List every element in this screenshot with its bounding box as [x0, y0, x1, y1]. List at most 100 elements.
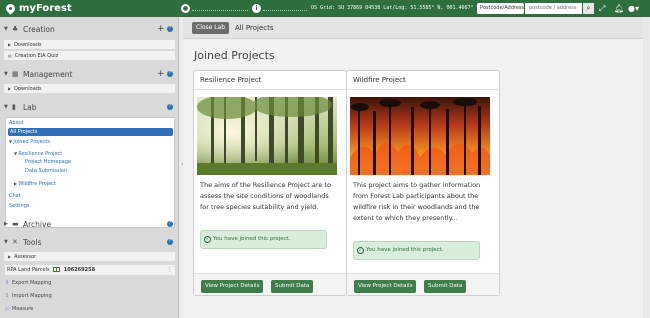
view-project-details-button[interactable]: View Project Details — [201, 280, 264, 293]
sidebar-item-downloads[interactable]: ▶ Downloads — [4, 84, 175, 93]
more-options-icon[interactable]: ⋮ — [167, 265, 172, 275]
lab-item-joined-projects[interactable]: ▼ Joined Projects — [9, 138, 50, 146]
sidebar: ▼ ♣ Creation + ? ▶ Downloads ▤ Creation EI… — [0, 17, 179, 318]
tool-import-mapping[interactable]: ⇩ Import Mapping — [5, 292, 52, 300]
item-label: Measure — [12, 306, 34, 312]
section-title: Tools — [23, 237, 42, 247]
add-icon[interactable]: + — [157, 23, 165, 35]
lab-item-settings[interactable]: Settings — [9, 202, 30, 210]
joined-notice: ✓ You have joined this project. — [353, 241, 480, 260]
rpa-land-parcels-row[interactable]: RPA Land Parcels 106269258 ⋮ — [5, 265, 175, 275]
ruler-icon: ▭ — [5, 306, 10, 312]
lab-item-chat[interactable]: Chat — [9, 192, 21, 200]
submit-data-button[interactable]: Submit Data — [424, 280, 467, 293]
lab-item-data-submission[interactable]: Data Submission — [25, 167, 67, 175]
main-panel: Close Lab All Projects Joined Projects R… — [183, 17, 650, 318]
sidebar-item-eia-quiz[interactable]: ▤ Creation EIA Quiz — [4, 51, 175, 60]
all-projects-link[interactable]: All Projects — [235, 22, 274, 34]
lab-item-resilience-project[interactable]: ▼ Resilience Project — [14, 150, 62, 158]
sidebar-item-downloads[interactable]: ▶ Downloads — [4, 40, 175, 49]
card-description: This project aims to gather information … — [353, 181, 481, 222]
wildfire-image — [350, 97, 490, 175]
project-card-wildfire: Wildfire Project This project aims to ga… — [346, 70, 500, 296]
help-icon[interactable]: ? — [167, 239, 173, 245]
item-label: Downloads — [14, 86, 42, 92]
section-tools[interactable]: ▼ ✕ Tools ? — [0, 236, 179, 248]
quiz-icon: ▤ — [8, 53, 12, 58]
postcode-type-select[interactable]: Postcode/Address — [477, 3, 524, 14]
joined-notice: ✓ You have joined this project. — [200, 230, 327, 249]
card-footer: View Project Details Submit Data — [194, 273, 346, 295]
export-icon: ⇪ — [5, 280, 10, 286]
caret-right-icon: ▶ — [8, 86, 12, 91]
info-icon[interactable]: i — [252, 4, 261, 13]
submit-data-button[interactable]: Submit Data — [271, 280, 314, 293]
card-divider — [347, 89, 499, 90]
lab-item-project-homepage[interactable]: Project Homepage — [25, 158, 71, 166]
sidebar-item-assessor[interactable]: ▶ Assessor — [4, 252, 175, 261]
item-label: Wildfire Project — [18, 181, 57, 187]
add-icon[interactable]: + — [157, 68, 165, 80]
top-bar: myForest ● i OS Grid: SU 37869 84538 Lat… — [0, 0, 650, 17]
app-name: myForest — [19, 3, 72, 14]
rpa-id: 106269258 — [63, 267, 96, 273]
caret-down-icon: ▼ — [4, 239, 8, 245]
item-label: Assessor — [14, 254, 37, 260]
view-project-details-button[interactable]: View Project Details — [354, 280, 417, 293]
page-title: Joined Projects — [194, 49, 275, 62]
joined-text: You have joined this project. — [366, 247, 444, 253]
check-circle-icon: ✓ — [357, 247, 364, 254]
item-label: Downloads — [14, 42, 42, 48]
rpa-label: RPA Land Parcels — [7, 267, 50, 273]
section-creation[interactable]: ▼ ♣ Creation + ? — [0, 23, 179, 35]
section-title: Lab — [23, 102, 37, 112]
section-title: Creation — [23, 24, 55, 34]
section-management[interactable]: ▼ ▦ Management + ? — [0, 68, 179, 80]
lab-item-about[interactable]: About — [9, 119, 24, 127]
section-archive[interactable]: ▶ ▬ Archive ? — [0, 218, 179, 230]
scrollbar[interactable] — [643, 17, 650, 318]
card-footer: View Project Details Submit Data — [347, 273, 499, 295]
caret-right-icon: ▶ — [4, 221, 8, 227]
tool-export-mapping[interactable]: ⇪ Export Mapping — [5, 279, 51, 287]
caret-down-icon: ▼ — [4, 26, 8, 32]
postcode-search-input[interactable] — [525, 3, 582, 14]
item-label: Joined Projects — [13, 139, 51, 145]
section-title: Archive — [23, 219, 52, 229]
archive-icon: ▬ — [12, 220, 19, 228]
toolbar-divider — [263, 5, 307, 11]
import-icon: ⇩ — [5, 293, 10, 299]
help-icon[interactable]: ? — [167, 221, 173, 227]
fullscreen-icon[interactable]: ⤢ — [599, 3, 605, 14]
card-description: The aims of the Resilience Project are t… — [200, 181, 331, 211]
joined-text: You have joined this project. — [213, 236, 291, 242]
section-title: Management — [23, 69, 73, 79]
help-icon[interactable]: ? — [167, 71, 173, 77]
search-button[interactable]: ⌕ — [583, 3, 594, 14]
bell-icon[interactable]: 🔔︎ — [614, 3, 624, 14]
section-lab[interactable]: ▼ ▮ Lab ? — [0, 101, 179, 113]
coordinates-readout: OS Grid: SU 37869 84538 Lat/Lng: 51.5585… — [311, 5, 480, 11]
app-logo[interactable]: myForest — [4, 2, 72, 15]
help-icon[interactable]: ? — [167, 26, 173, 32]
caret-right-icon: ▶ — [8, 254, 12, 259]
map-pin-icon — [4, 2, 17, 15]
item-label: Resilience Project — [18, 151, 63, 157]
tool-measure[interactable]: ▭ Measure — [5, 305, 33, 313]
toolbar-divider — [192, 5, 248, 11]
user-icon[interactable]: ●▾ — [628, 3, 639, 14]
lab-item-wildfire-project[interactable]: ▶ Wildfire Project — [14, 180, 56, 188]
forest-image — [197, 97, 337, 175]
caret-right-icon: ▶ — [8, 42, 12, 47]
close-lab-button[interactable]: Close Lab — [192, 22, 230, 34]
card-title: Resilience Project — [200, 76, 262, 84]
project-card-resilience: Resilience Project The aims of the Resil… — [193, 70, 347, 296]
help-icon[interactable]: ? — [167, 104, 173, 110]
england-flag-icon — [53, 267, 61, 272]
lab-item-all-projects[interactable]: All Projects — [8, 128, 173, 136]
caret-down-icon: ▼ — [4, 104, 8, 110]
location-icon[interactable]: ● — [181, 4, 190, 13]
item-label: Import Mapping — [12, 293, 52, 299]
item-label: Export Mapping — [12, 280, 52, 286]
lab-menu: About All Projects ▼ Joined Projects ▼ R… — [5, 117, 175, 228]
